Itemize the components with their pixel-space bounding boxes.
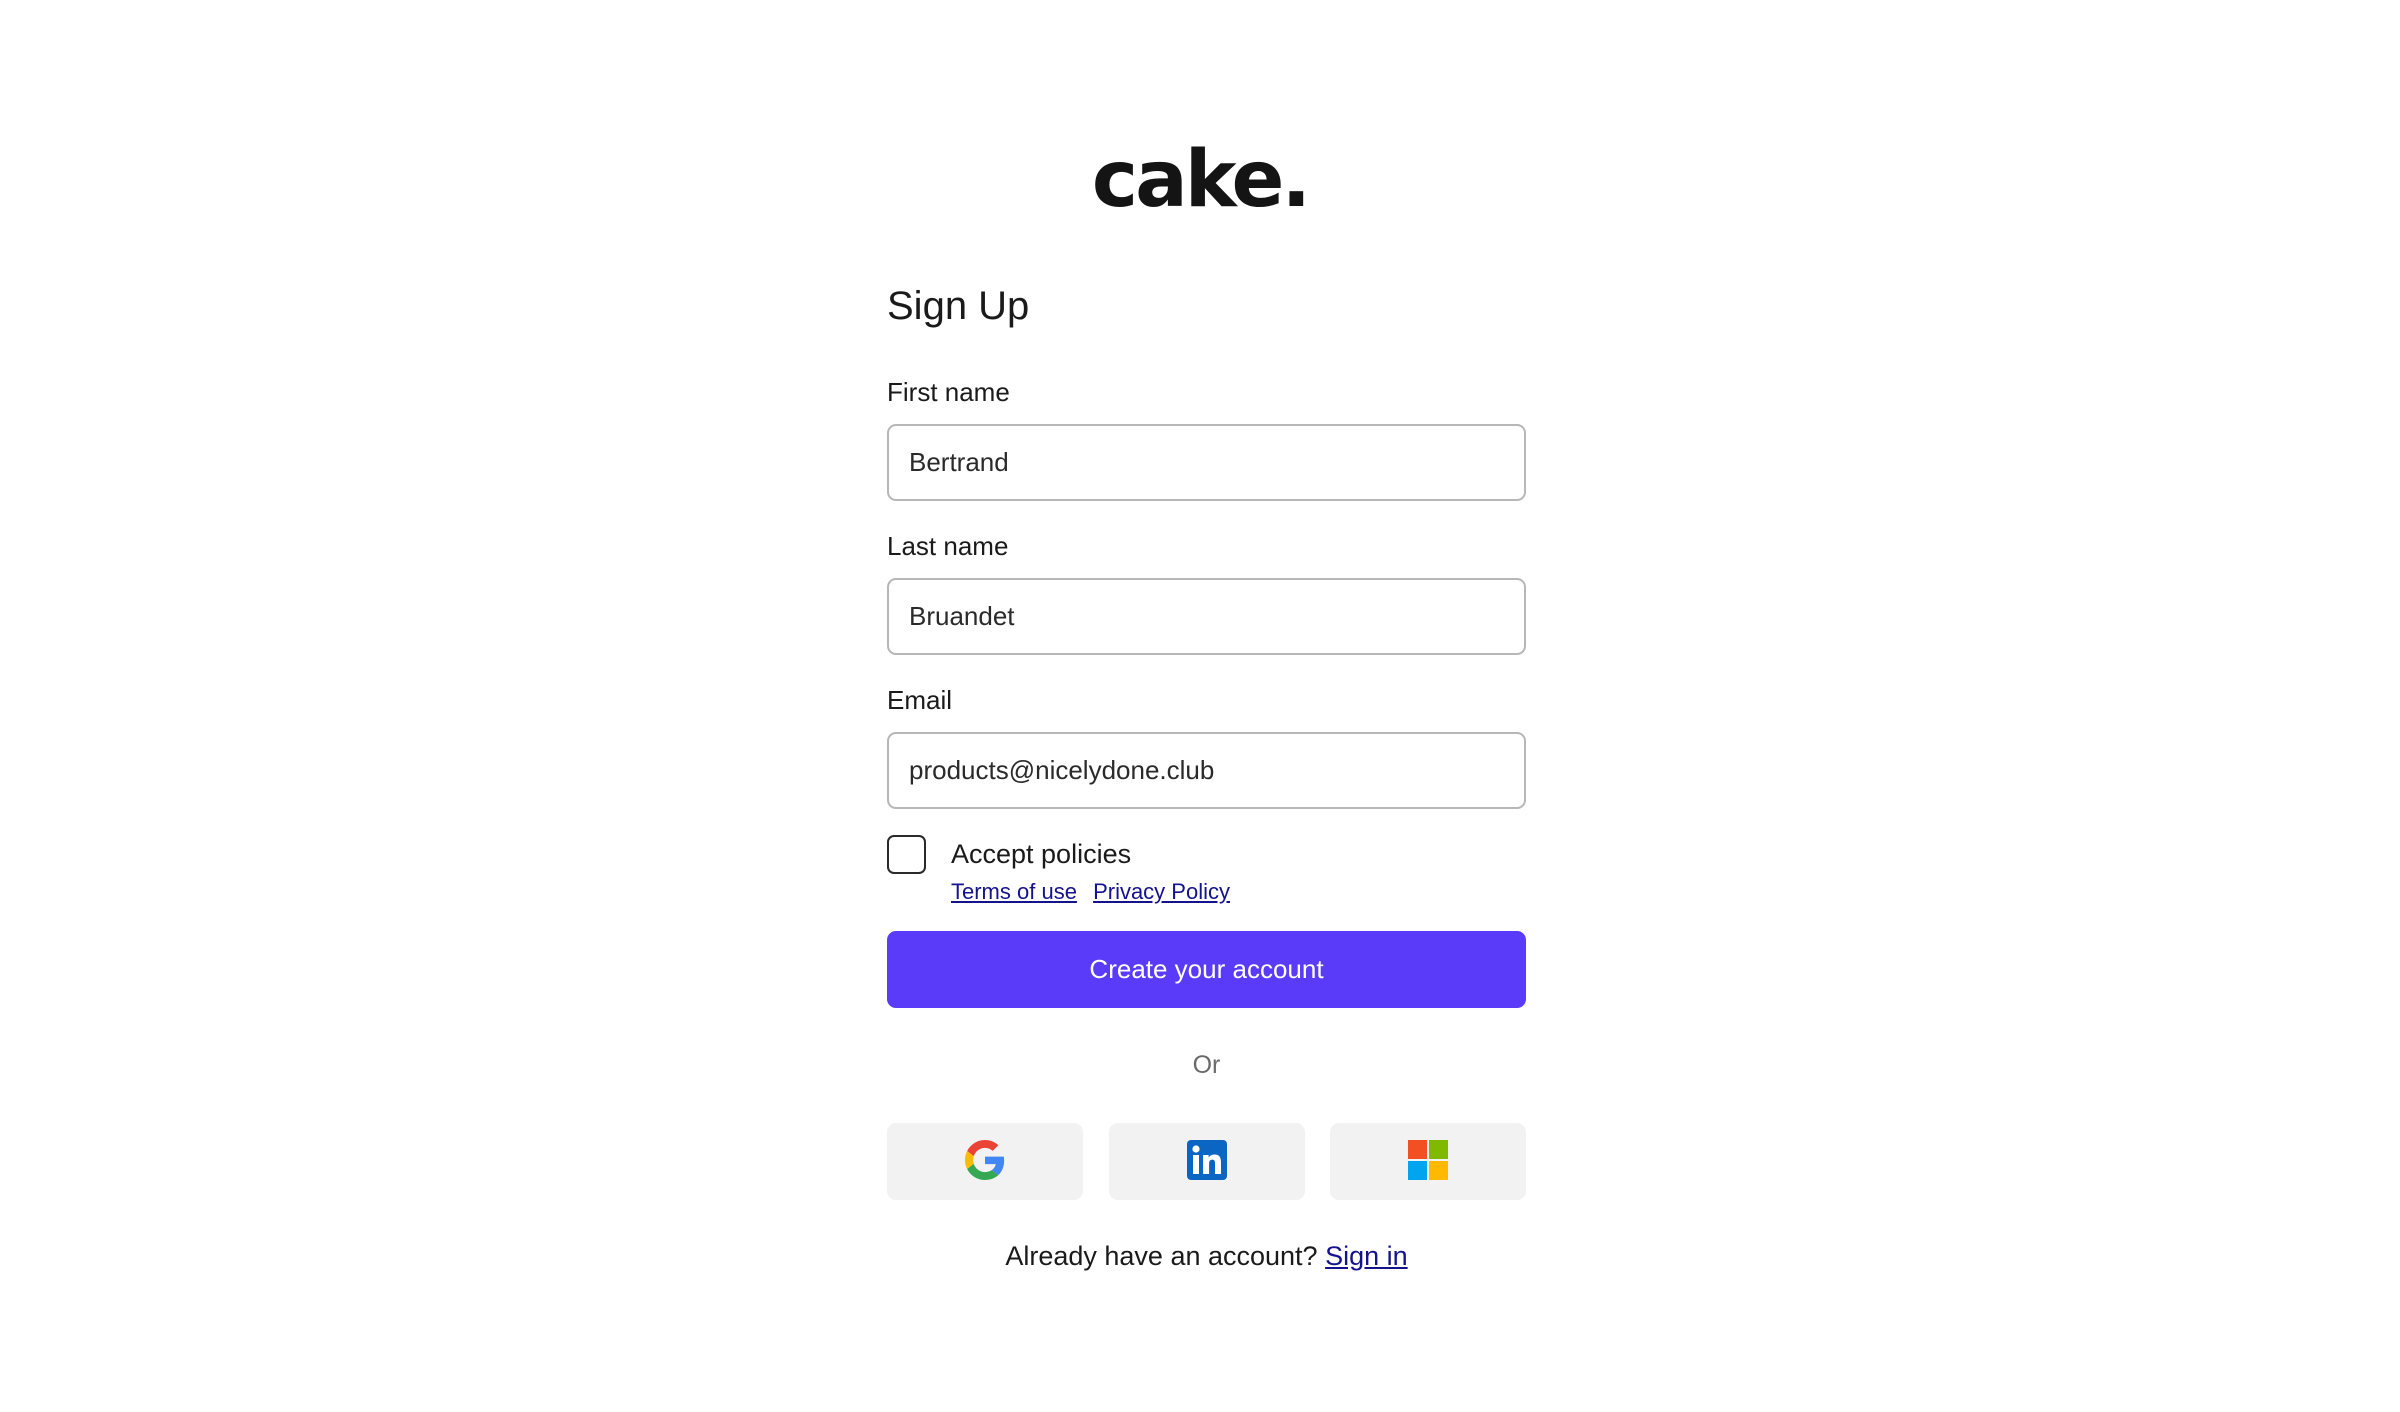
page-title: Sign Up (887, 284, 1030, 328)
signup-form: Sign Up First name Last name Email Accep… (887, 278, 1526, 1276)
linkedin-signin-button[interactable] (1108, 1123, 1305, 1200)
signin-row: Already have an account? Sign in (887, 1236, 1526, 1276)
or-divider: Or (1192, 1051, 1221, 1079)
privacy-policy-link[interactable]: Privacy Policy (1093, 879, 1230, 904)
accept-policies-checkbox[interactable] (887, 835, 926, 874)
accept-policies-row: Accept policies Terms of use Privacy Pol… (887, 835, 1526, 907)
social-login-row (887, 1123, 1526, 1200)
linkedin-icon (1186, 1140, 1227, 1183)
first-name-label: First name (887, 377, 1010, 407)
last-name-label: Last name (887, 531, 1009, 561)
terms-of-use-link[interactable]: Terms of use (951, 879, 1077, 904)
email-label: Email (887, 685, 953, 715)
email-input[interactable] (887, 732, 1526, 809)
last-name-input[interactable] (887, 578, 1526, 655)
microsoft-signin-button[interactable] (1330, 1123, 1526, 1200)
create-account-button[interactable]: Create your account (887, 931, 1526, 1008)
google-icon (965, 1140, 1005, 1183)
microsoft-icon (1408, 1140, 1448, 1183)
cake-logo: cake. (1091, 135, 1311, 225)
google-signin-button[interactable] (887, 1123, 1083, 1200)
policy-links: Terms of use Privacy Policy (951, 877, 1240, 907)
signup-page: cake. Sign Up First name Last name Email… (0, 0, 2400, 1412)
first-name-input[interactable] (887, 424, 1526, 501)
accept-policies-label: Accept policies (951, 839, 1132, 869)
policy-text: Accept policies Terms of use Privacy Pol… (951, 835, 1240, 907)
signin-prompt: Already have an account? (1005, 1241, 1318, 1271)
sign-in-link[interactable]: Sign in (1325, 1241, 1408, 1271)
